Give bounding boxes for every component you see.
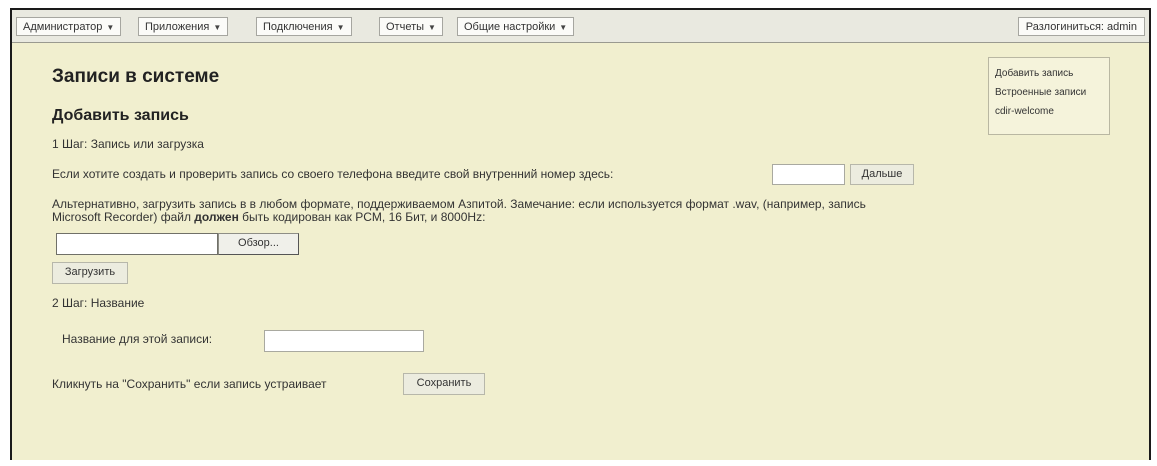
alt-upload-text-line2: Microsoft Recorder) файл должен быть код…: [52, 210, 485, 224]
alt-upload-text-line1: Альтернативно, загрузить запись в в любо…: [52, 197, 866, 211]
page-title: Записи в системе: [52, 66, 220, 87]
recording-name-label: Название для этой записи:: [62, 332, 213, 346]
next-button[interactable]: Дальше: [850, 164, 914, 185]
main-content: Записи в системе Добавить запись 1 Шаг: …: [12, 10, 1149, 460]
step2-label: 2 Шаг: Название: [52, 296, 145, 310]
save-prompt: Кликнуть на "Сохранить" если запись устр…: [52, 377, 327, 391]
save-button[interactable]: Сохранить: [403, 373, 485, 395]
browse-button[interactable]: Обзор...: [218, 233, 299, 255]
extension-input[interactable]: [772, 164, 845, 185]
step1-label: 1 Шаг: Запись или загрузка: [52, 137, 204, 151]
phone-prompt: Если хотите создать и проверить запись с…: [52, 167, 614, 181]
section-title: Добавить запись: [52, 107, 189, 124]
file-path-input[interactable]: [56, 233, 218, 255]
alt-text-part: быть кодирован как PCM, 16 Бит, и 8000Hz…: [238, 210, 486, 224]
alt-text-part: Microsoft Recorder) файл: [52, 210, 195, 224]
upload-button[interactable]: Загрузить: [52, 262, 128, 284]
recording-name-input[interactable]: [264, 330, 424, 352]
alt-text-emphasis: должен: [194, 210, 239, 224]
app-frame: Администратор ▼ Приложения ▼ Подключения ▼ …: [10, 8, 1151, 460]
